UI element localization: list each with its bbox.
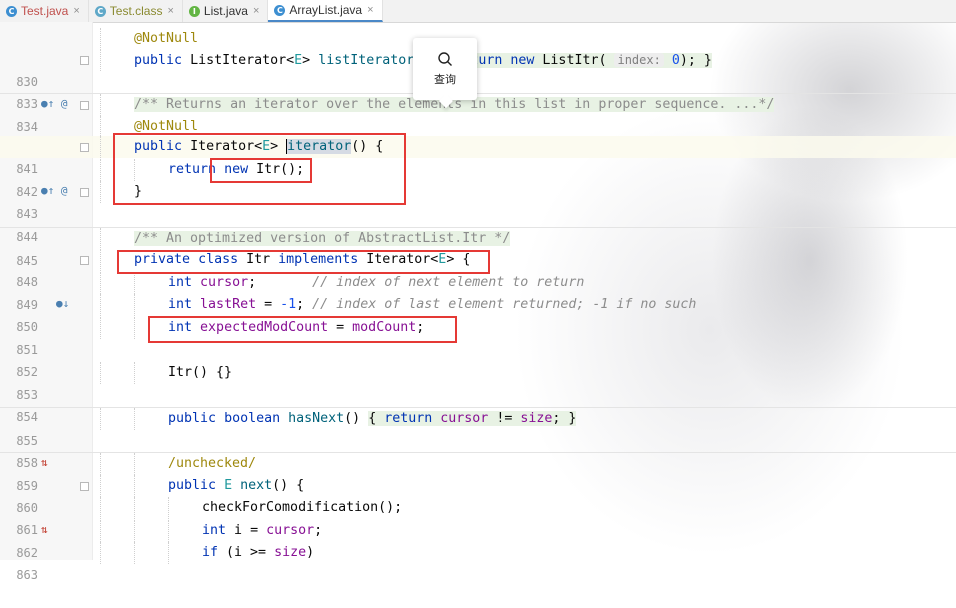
tab-list-java[interactable]: I List.java × [183,0,269,22]
code-line-858[interactable]: 858 [0,430,956,470]
code-line-851[interactable]: 851 int expectedModCount = modCount; [0,317,956,357]
code-line-862[interactable]: 862 int i = cursor; [0,520,956,560]
code-line-854[interactable]: 854 [0,384,956,424]
code-line-859[interactable]: 859 /unchecked/ [0,452,956,493]
code-line-833[interactable]: 833 [0,71,956,111]
selected-method-name[interactable]: iterator [286,139,352,154]
suppress-annotation: /unchecked/ [168,456,257,471]
tab-arraylist-java[interactable]: C ArrayList.java × [268,0,383,22]
code-line-863[interactable]: 863 if (i >= size) [0,542,956,582]
tab-label: Test.java [21,4,69,18]
code-line-843[interactable]: 843 } [0,181,956,221]
line-number: 863 [16,568,38,582]
code-line-861[interactable]: 861 checkForComodification(); [0,497,956,537]
fold-icon[interactable] [80,101,89,110]
tab-label: Test.class [109,4,163,18]
doc-comment[interactable]: /** An optimized version of AbstractList… [134,231,511,246]
tab-label: List.java [203,4,248,18]
code-line: @NotNull [0,116,956,138]
tab-label: ArrayList.java [289,3,363,17]
code-line-850[interactable]: 850 int lastRet = -1; // index of last e… [0,294,956,334]
fold-icon[interactable] [80,143,89,152]
fold-icon[interactable] [80,188,89,197]
code-line-834[interactable]: 834 /** Returns an iterator over the ele… [0,93,956,134]
code-line-848[interactable]: 848 ●↓ private class Itr implements Iter… [0,249,956,310]
annotation: @NotNull [134,119,199,134]
lookup-popup[interactable]: 查询 [413,38,477,100]
fold-icon[interactable] [80,256,89,265]
code-line-842[interactable]: 842 return new Itr(); [0,159,956,199]
close-icon[interactable]: × [73,5,79,17]
editor-tab-bar: C Test.java × C Test.class × I List.java… [0,0,956,23]
tab-test-java[interactable]: C Test.java × [0,0,89,22]
code-line-844[interactable]: 844 [0,204,956,244]
fold-icon[interactable] [80,482,89,491]
lookup-label[interactable]: 查询 [434,71,456,87]
code-line-830[interactable]: 830 ●↑ @ public ListIterator<E> listIter… [0,49,956,110]
code-line-845[interactable]: 845 /** An optimized version of Abstract… [0,227,956,268]
class-file-icon: C [94,5,106,17]
code-line: @NotNull [0,28,956,50]
code-line-855[interactable]: 855 ⇅ public boolean hasNext() { return … [0,407,956,469]
interface-icon: I [188,5,200,17]
code-line-853[interactable]: 853 Itr() {} [0,362,956,402]
code-line-860[interactable]: 860 ⇅ public E next() { [0,475,956,536]
close-icon[interactable]: × [167,5,173,17]
close-icon[interactable]: × [253,5,259,17]
class-icon: C [6,5,17,17]
code-line-852[interactable]: 852 [0,339,956,379]
class-icon: C [274,4,286,16]
tab-test-class[interactable]: C Test.class × [89,0,183,22]
search-icon [438,52,452,66]
code-line-849[interactable]: 849 int cursor; // index of next element… [0,272,956,312]
code-line-841[interactable]: 841 ●↑ @ public Iterator<E> iterator() { [0,136,956,197]
fold-icon[interactable] [80,56,89,65]
annotation: @NotNull [134,31,199,46]
parameter-hint: index: [614,53,664,67]
close-icon[interactable]: × [367,4,373,16]
